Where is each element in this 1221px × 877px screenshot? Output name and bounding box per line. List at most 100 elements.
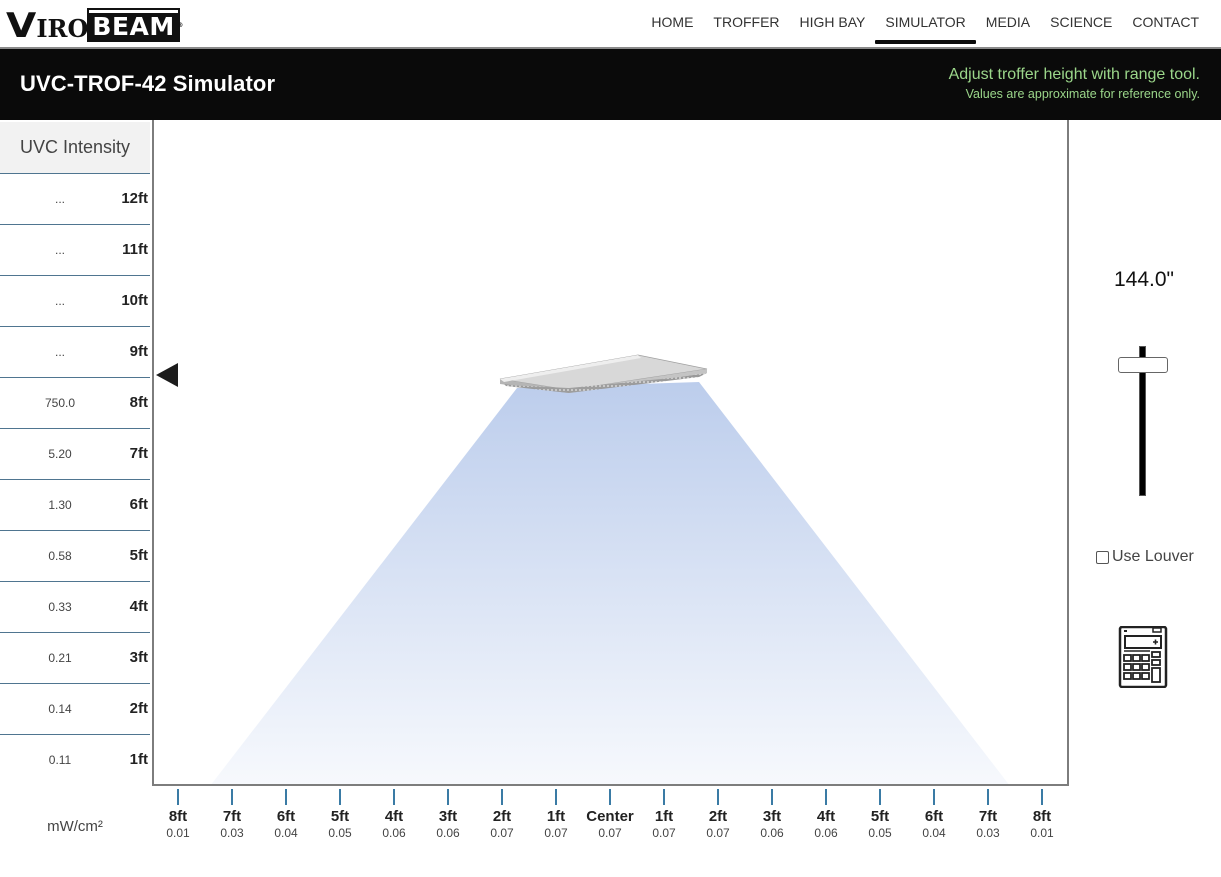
tick-label: 8ft [168, 808, 188, 825]
intensity-row: ... 11ft [0, 225, 150, 276]
tick-value: 0.06 [436, 826, 460, 840]
height-label: 8ft [129, 394, 148, 411]
axis-tick: 1ft 0.07 [526, 789, 586, 840]
nav-home[interactable]: HOME [641, 0, 703, 47]
intensity-row: 5.20 7ft [0, 429, 150, 480]
tick-label: 5ft [870, 808, 890, 825]
checkbox-icon[interactable] [1096, 550, 1109, 564]
top-navigation: V IRO BEAM ® HOME TROFFER HIGH BAY SIMULA… [0, 0, 1221, 49]
tick-value: 0.06 [814, 826, 838, 840]
height-label: 5ft [129, 547, 148, 564]
uvc-intensity-table: UVC Intensity ... 12ft... 11ft... 10ft... 9f… [0, 122, 150, 786]
tick-value: 0.07 [706, 826, 730, 840]
use-louver-checkbox[interactable]: Use Louver [1096, 548, 1194, 566]
floor-distance-axis: 8ft 0.01 7ft 0.03 6ft 0.04 5ft 0.05 4ft 0.06 3ft 0.… [0, 789, 1221, 849]
height-label: 11ft [122, 241, 148, 258]
nav-high-bay[interactable]: HIGH BAY [790, 0, 876, 47]
height-range-slider[interactable] [1116, 346, 1170, 498]
nav-science[interactable]: SCIENCE [1040, 0, 1122, 47]
tick-label: 6ft [924, 808, 944, 825]
logo-v: V [6, 6, 37, 46]
tick-label: 4ft [816, 808, 836, 825]
tick-value: 0.07 [490, 826, 514, 840]
axis-tick: 3ft 0.06 [742, 789, 802, 840]
height-indicator-arrow-icon [156, 363, 178, 387]
tick-mark [1041, 789, 1043, 805]
tick-label: 7ft [978, 808, 998, 825]
tick-label: 4ft [384, 808, 404, 825]
logo-beam-text: BEAM [92, 12, 175, 41]
uvc-intensity-heading: UVC Intensity [0, 122, 150, 174]
nav-troffer[interactable]: TROFFER [703, 0, 789, 47]
tick-value: 0.03 [976, 826, 1000, 840]
virobeam-logo[interactable]: V IRO BEAM ® [6, 6, 183, 46]
intensity-value: 1.30 [48, 498, 72, 512]
hint-secondary: Values are approximate for reference onl… [965, 87, 1200, 101]
tick-mark [717, 789, 719, 805]
axis-tick: 6ft 0.04 [256, 789, 316, 840]
intensity-value: 750.0 [44, 396, 76, 410]
tick-mark [771, 789, 773, 805]
calculator-icon [1118, 625, 1168, 689]
intensity-row: ... 10ft [0, 276, 150, 327]
tick-value: 0.05 [328, 826, 352, 840]
simulation-canvas [152, 120, 1069, 786]
axis-tick: 8ft 0.01 [148, 789, 208, 840]
tick-label: Center [586, 808, 634, 825]
height-label: 4ft [129, 598, 148, 615]
simulation-svg [211, 354, 1009, 784]
tick-value: 0.03 [220, 826, 244, 840]
intensity-row: 0.14 2ft [0, 684, 150, 735]
axis-tick: 5ft 0.05 [850, 789, 910, 840]
hint-primary: Adjust troffer height with range tool. [948, 66, 1200, 83]
tick-label: 6ft [276, 808, 296, 825]
slider-thumb[interactable] [1118, 356, 1168, 373]
tick-value: 0.01 [1030, 826, 1054, 840]
height-label: 1ft [129, 751, 148, 768]
intensity-value: ... [54, 294, 65, 308]
tick-mark [447, 789, 449, 805]
calculator-button[interactable] [1118, 625, 1168, 689]
intensity-row: ... 12ft [0, 174, 150, 225]
tick-value: 0.07 [544, 826, 568, 840]
tick-mark [177, 789, 179, 805]
height-label: 2ft [129, 700, 148, 717]
height-label: 9ft [129, 343, 148, 360]
intensity-value: 0.11 [48, 753, 72, 767]
axis-tick: 4ft 0.06 [364, 789, 424, 840]
height-label: 6ft [129, 496, 148, 513]
logo-iro: IRO [36, 14, 89, 43]
height-label: 12ft [121, 190, 148, 207]
tick-mark [555, 789, 557, 805]
height-readout: 144.0" [1113, 268, 1174, 291]
intensity-value: 0.33 [48, 600, 72, 614]
intensity-value: 5.20 [48, 447, 72, 461]
intensity-value: ... [54, 192, 65, 206]
tick-label: 5ft [330, 808, 350, 825]
tick-value: 0.06 [382, 826, 406, 840]
tick-value: 0.04 [922, 826, 946, 840]
registered-mark: ® [177, 22, 184, 29]
intensity-value: ... [54, 243, 65, 257]
tick-mark [825, 789, 827, 805]
intensity-row: 750.0 8ft [0, 378, 150, 429]
axis-tick: 1ft 0.07 [634, 789, 694, 840]
intensity-row: 1.30 6ft [0, 480, 150, 531]
intensity-row: 0.58 5ft [0, 531, 150, 582]
nav-media[interactable]: MEDIA [976, 0, 1040, 47]
tick-value: 0.05 [868, 826, 892, 840]
tick-mark [393, 789, 395, 805]
tick-label: 7ft [222, 808, 242, 825]
axis-tick: 2ft 0.07 [472, 789, 532, 840]
nav-simulator[interactable]: SIMULATOR [875, 0, 977, 47]
nav-contact[interactable]: CONTACT [1122, 0, 1209, 47]
axis-tick: 8ft 0.01 [1012, 789, 1072, 840]
axis-tick: 4ft 0.06 [796, 789, 856, 840]
tick-mark [663, 789, 665, 805]
tick-label: 2ft [708, 808, 728, 825]
axis-tick: 6ft 0.04 [904, 789, 964, 840]
intensity-row: ... 9ft [0, 327, 150, 378]
tick-mark [933, 789, 935, 805]
tick-mark [987, 789, 989, 805]
tick-label: 3ft [762, 808, 782, 825]
